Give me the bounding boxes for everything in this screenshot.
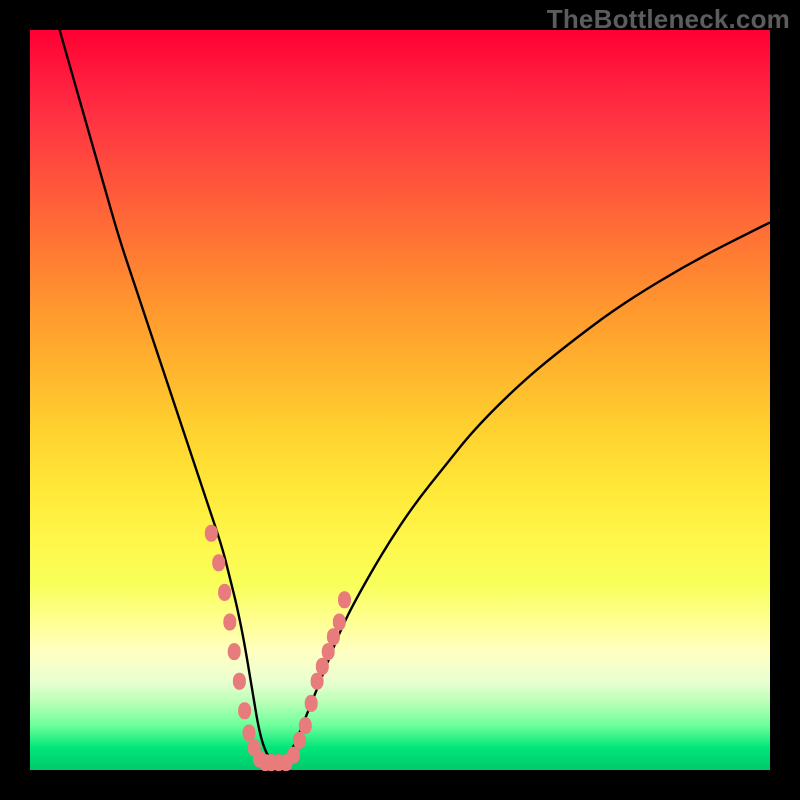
marker-dot	[287, 747, 300, 764]
marker-dot	[299, 717, 312, 734]
marker-dot	[327, 628, 340, 645]
marker-dot	[293, 732, 306, 749]
marker-dot	[218, 584, 231, 601]
plot-area	[30, 30, 770, 770]
watermark-text: TheBottleneck.com	[547, 4, 790, 35]
chart-frame: TheBottleneck.com	[0, 0, 800, 800]
marker-dot	[233, 673, 246, 690]
marker-dot	[322, 643, 335, 660]
marker-dot	[228, 643, 241, 660]
marker-dot	[338, 591, 351, 608]
marker-dot	[316, 658, 329, 675]
marker-dot	[238, 702, 251, 719]
marker-dot	[305, 695, 318, 712]
marker-dot	[223, 614, 236, 631]
marker-dot	[212, 554, 225, 571]
chart-svg	[30, 30, 770, 770]
marker-dot	[205, 525, 218, 542]
bottleneck-curve	[60, 30, 770, 763]
marker-dot	[243, 725, 256, 742]
marker-dot	[311, 673, 324, 690]
marker-dot	[333, 614, 346, 631]
